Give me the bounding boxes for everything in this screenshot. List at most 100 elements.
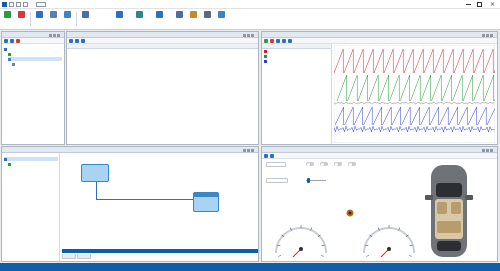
- panel-window-buttons[interactable]: [481, 148, 495, 152]
- signal-list: [262, 44, 332, 144]
- left-mirror: [425, 195, 433, 200]
- signal-row[interactable]: [264, 60, 330, 64]
- toolbar-separator: [76, 12, 77, 26]
- start-button[interactable]: [2, 10, 13, 28]
- trace-plot[interactable]: [334, 45, 495, 143]
- title-bar: ×: [0, 0, 500, 9]
- gauge-ticks: [365, 225, 413, 257]
- edit-icon[interactable]: [264, 154, 268, 158]
- window-icon: [218, 11, 225, 18]
- bus-line: [96, 179, 97, 199]
- tree-item[interactable]: [8, 57, 62, 61]
- tab-topology-0[interactable]: [62, 254, 76, 259]
- app-logo-icon: [2, 2, 7, 7]
- settings-icon[interactable]: [270, 154, 274, 158]
- tree-item[interactable]: [8, 52, 62, 56]
- panel-toolbar: [2, 38, 64, 44]
- signal-color-swatch: [264, 60, 267, 63]
- node-icon: [8, 162, 11, 166]
- topology-tree: [2, 153, 60, 261]
- tree-item[interactable]: [8, 162, 58, 166]
- document-button[interactable]: [48, 10, 59, 28]
- layout-button[interactable]: [62, 10, 73, 28]
- quick-redo-icon[interactable]: [23, 2, 28, 7]
- map-icon: [136, 11, 143, 18]
- dashboard-input[interactable]: [266, 162, 286, 167]
- stop-button[interactable]: [16, 10, 27, 28]
- remove-icon[interactable]: [16, 39, 20, 43]
- signal-row[interactable]: [264, 50, 330, 54]
- export-button[interactable]: [154, 10, 165, 28]
- topology-panel: [1, 146, 259, 262]
- stop-icon[interactable]: [270, 39, 274, 43]
- close-icon[interactable]: ×: [488, 0, 497, 9]
- document-icon: [50, 11, 57, 18]
- ecu-node-b[interactable]: [193, 192, 219, 212]
- table-row[interactable]: [67, 54, 258, 59]
- signal-row[interactable]: [264, 55, 330, 59]
- document-link[interactable]: [92, 1, 168, 8]
- panel-window-buttons[interactable]: [242, 148, 256, 152]
- toolbar-separator: [30, 12, 31, 26]
- maximize-icon[interactable]: [477, 2, 482, 7]
- tools-button[interactable]: [202, 10, 213, 28]
- topology-canvas[interactable]: [62, 153, 258, 261]
- node-header: [194, 193, 218, 197]
- folder-icon: [4, 47, 7, 51]
- toggle-switch[interactable]: [348, 162, 356, 166]
- tab-menu-icon[interactable]: [36, 2, 46, 7]
- front-seat-left: [437, 202, 447, 214]
- engine-warning-icon: [346, 209, 354, 217]
- chart-button[interactable]: [114, 10, 125, 28]
- layout-icon: [64, 11, 71, 18]
- collapse-icon[interactable]: [10, 39, 14, 43]
- play-icon[interactable]: [264, 39, 268, 43]
- tree-item[interactable]: [4, 157, 58, 161]
- add-icon[interactable]: [69, 39, 73, 43]
- layers-button[interactable]: [80, 10, 91, 28]
- quick-save-icon[interactable]: [9, 2, 14, 7]
- panel-window-buttons[interactable]: [242, 33, 256, 37]
- minimize-icon[interactable]: [466, 4, 471, 5]
- car-top-view: [425, 165, 473, 257]
- toggle-switch[interactable]: [334, 162, 342, 166]
- front-seat-right: [451, 202, 461, 214]
- zoom-out-icon[interactable]: [282, 39, 286, 43]
- play-icon: [4, 11, 11, 18]
- panel-window-buttons[interactable]: [481, 33, 495, 37]
- edit-button[interactable]: [188, 10, 199, 28]
- gauge-hub: [387, 247, 391, 251]
- stop-icon: [18, 11, 25, 18]
- grid-icon: [36, 11, 43, 18]
- expand-icon[interactable]: [4, 39, 8, 43]
- filter-icon[interactable]: [75, 39, 79, 43]
- tab-topology-1[interactable]: [77, 254, 91, 259]
- dashboard-input[interactable]: [266, 178, 288, 183]
- network-icon: [4, 157, 7, 161]
- rear-seat: [437, 221, 461, 233]
- search-icon[interactable]: [81, 39, 85, 43]
- gauge-tick: [320, 255, 324, 257]
- slider-thumb[interactable]: [307, 178, 310, 183]
- panel-window-buttons[interactable]: [48, 33, 62, 37]
- quick-undo-icon[interactable]: [16, 2, 21, 7]
- tree-item[interactable]: [12, 62, 62, 66]
- toggle-switch[interactable]: [306, 162, 314, 166]
- wrench-icon: [204, 11, 211, 18]
- tree-item[interactable]: [4, 47, 62, 51]
- zoom-in-icon[interactable]: [276, 39, 280, 43]
- fit-icon[interactable]: [288, 39, 292, 43]
- filter-button[interactable]: [174, 10, 185, 28]
- ecu-node-a[interactable]: [81, 164, 109, 182]
- signal-list-header: [262, 44, 331, 49]
- gauge-tick: [278, 255, 282, 257]
- window-button[interactable]: [216, 10, 227, 28]
- gauge-ticks: [277, 225, 325, 257]
- canvas-scrollbar[interactable]: [62, 249, 258, 253]
- map-button[interactable]: [134, 10, 145, 28]
- grid-button[interactable]: [34, 10, 45, 28]
- layers-icon: [82, 11, 89, 18]
- toggle-switch[interactable]: [320, 162, 328, 166]
- status-bar: [0, 263, 500, 271]
- right-mirror: [465, 195, 473, 200]
